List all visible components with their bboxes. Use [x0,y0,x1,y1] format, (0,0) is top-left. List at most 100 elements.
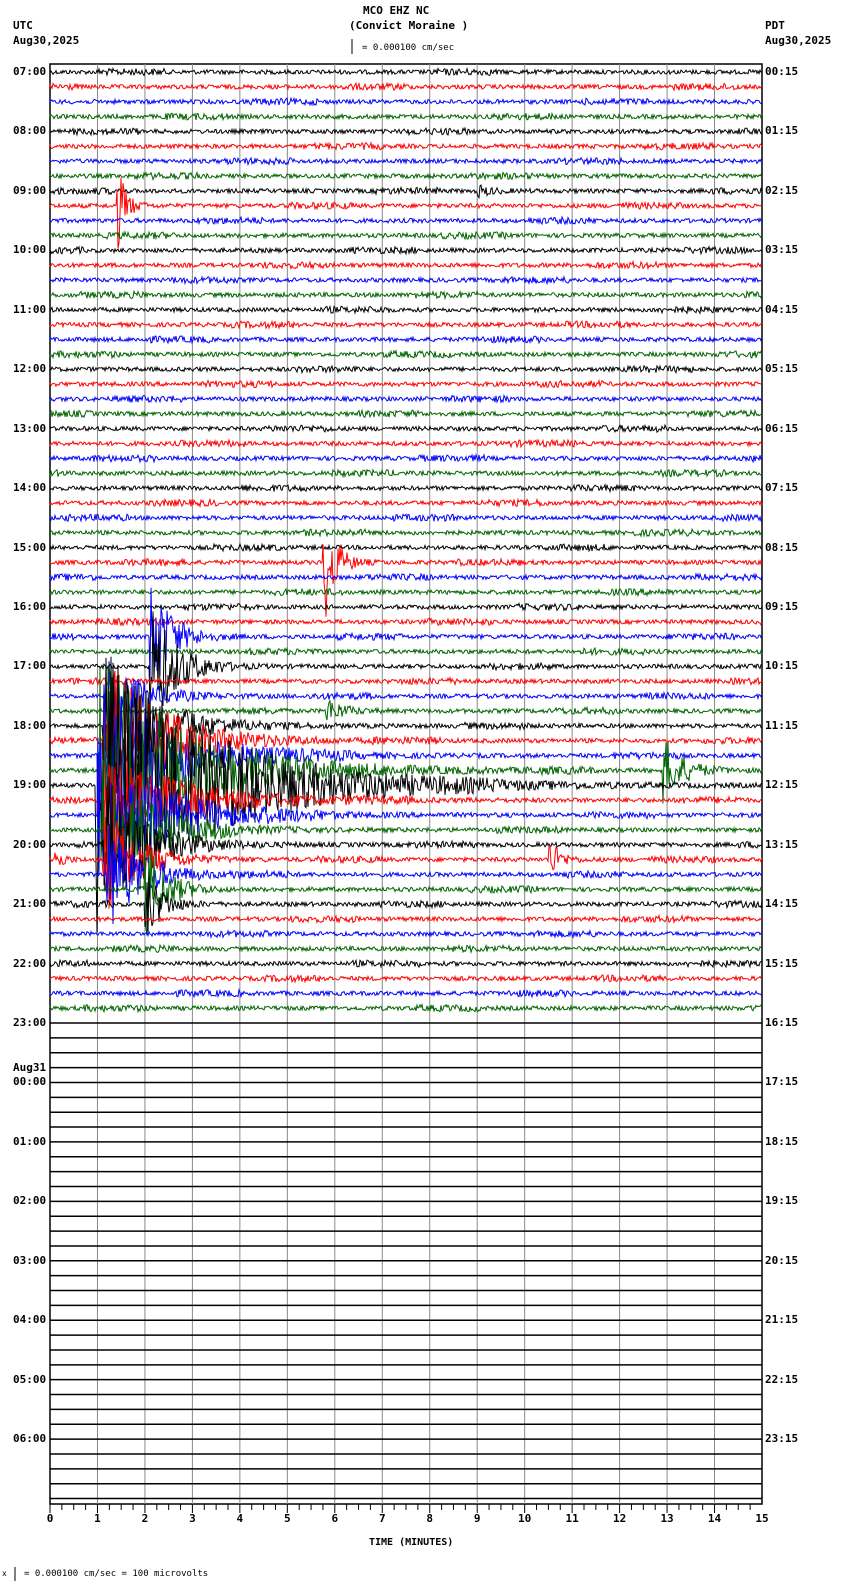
trace-line [49,928,763,940]
trace-line [49,527,763,538]
utc-hour-label: 08:00 [13,124,47,138]
trace-line [49,126,763,137]
trace-line [49,96,763,107]
trace-line [49,617,763,627]
utc-hour-label: 11:00 [13,302,47,316]
date-change-label: Aug31 [13,1061,47,1075]
x-tick-label: 13 [660,1512,673,1525]
trace-line [49,482,763,494]
utc-hour-label: 13:00 [13,421,47,435]
pdt-hour-label: 13:15 [765,837,799,851]
pdt-hour-label: 00:15 [765,65,799,78]
pdt-hour-label: 12:15 [765,778,799,792]
utc-hour-label: 22:00 [13,956,47,970]
x-tick-label: 11 [566,1512,580,1525]
utc-hour-label: 10:00 [13,243,47,257]
pdt-hour-label: 01:15 [765,124,799,138]
trace-line [49,572,763,582]
trace-line [49,423,763,434]
trace-line [49,973,763,984]
pdt-hour-label: 23:15 [765,1432,799,1446]
trace-line [49,542,763,553]
utc-hour-label: 20:00 [13,837,47,851]
trace-line [49,289,763,301]
utc-hour-label: 02:00 [13,1194,47,1208]
trace-line [49,1002,763,1014]
pdt-hour-label: 11:15 [765,718,799,732]
pdt-hour-label: 09:15 [765,599,799,613]
x-tick-label: 15 [755,1512,768,1525]
pdt-hour-label: 20:15 [765,1253,799,1267]
utc-hour-label: 01:00 [13,1134,47,1148]
helicorder-chart: MCO EHZ NC (Convict Moraine ) = 0.000100… [0,0,850,1584]
utc-hour-label: 09:00 [13,183,47,197]
x-tick-label: 10 [518,1512,531,1525]
utc-hour-label: 15:00 [13,540,47,554]
trace-line [49,230,763,241]
trace-line [49,81,763,92]
trace-line [49,497,763,509]
pdt-hour-label: 03:15 [765,243,799,257]
pdt-hour-label: 22:15 [765,1372,799,1386]
trace-line [49,349,763,360]
trace-line [49,170,763,181]
utc-hour-label: 21:00 [13,897,47,911]
trace-line [49,988,763,999]
trace-line [49,111,763,122]
trace-line [49,304,763,315]
pdt-hour-label: 18:15 [765,1134,799,1148]
trace-line [49,215,763,226]
trace-line [49,184,763,200]
trace-line [49,319,763,330]
utc-hour-label: 00:00 [13,1075,47,1089]
trace-line [49,364,763,375]
pdt-hour-label: 07:15 [765,481,799,495]
trace-line [49,335,763,345]
trace-line [49,468,763,479]
utc-hour-label: 04:00 [13,1313,47,1327]
trace-line [49,587,763,598]
x-tick-label: 1 [94,1512,101,1525]
trace-line [49,453,763,464]
utc-hour-label: 12:00 [13,362,47,376]
trace-line [49,408,763,419]
utc-hour-label: 19:00 [13,778,47,792]
trace-line [49,259,763,271]
x-tick-label: 2 [142,1512,149,1525]
pdt-hour-label: 14:15 [765,897,799,911]
trace-line [49,378,762,389]
pdt-hour-label: 21:15 [765,1313,799,1327]
utc-hour-label: 18:00 [13,718,47,732]
pdt-hour-label: 06:15 [765,421,799,435]
trace-line [49,602,763,612]
utc-hour-label: 14:00 [13,481,47,495]
pdt-hour-label: 05:15 [765,362,799,376]
utc-hour-label: 23:00 [13,1016,47,1030]
trace-line [49,245,763,256]
utc-hour-label: 03:00 [13,1253,47,1267]
x-tick-label: 5 [284,1512,291,1525]
pdt-hour-label: 15:15 [765,956,799,970]
x-tick-label: 6 [331,1512,338,1525]
trace-line [49,156,763,167]
trace-line [49,587,763,678]
trace-line [49,438,763,449]
trace-line [49,274,763,286]
x-tick-label: 12 [613,1512,626,1525]
trace-line [49,394,763,404]
pdt-hour-label: 19:15 [765,1194,799,1208]
x-tick-label: 3 [189,1512,196,1525]
x-tick-label: 8 [426,1512,433,1525]
x-tick-label: 14 [708,1512,722,1525]
trace-line [49,140,763,152]
utc-hour-label: 17:00 [13,659,47,673]
x-tick-label: 0 [47,1512,54,1525]
utc-hour-label: 07:00 [13,65,47,78]
trace-line [49,943,763,955]
pdt-hour-label: 08:15 [765,540,799,554]
pdt-hour-label: 02:15 [765,183,799,197]
seismogram-plot: 0 1 2 3 4 5 6 7 8 9 10 11 12 13 14 15 [14,39,769,1581]
trace-line [49,913,763,925]
pdt-hour-label: 04:15 [765,302,799,316]
pdt-hour-label: 17:15 [765,1075,799,1089]
